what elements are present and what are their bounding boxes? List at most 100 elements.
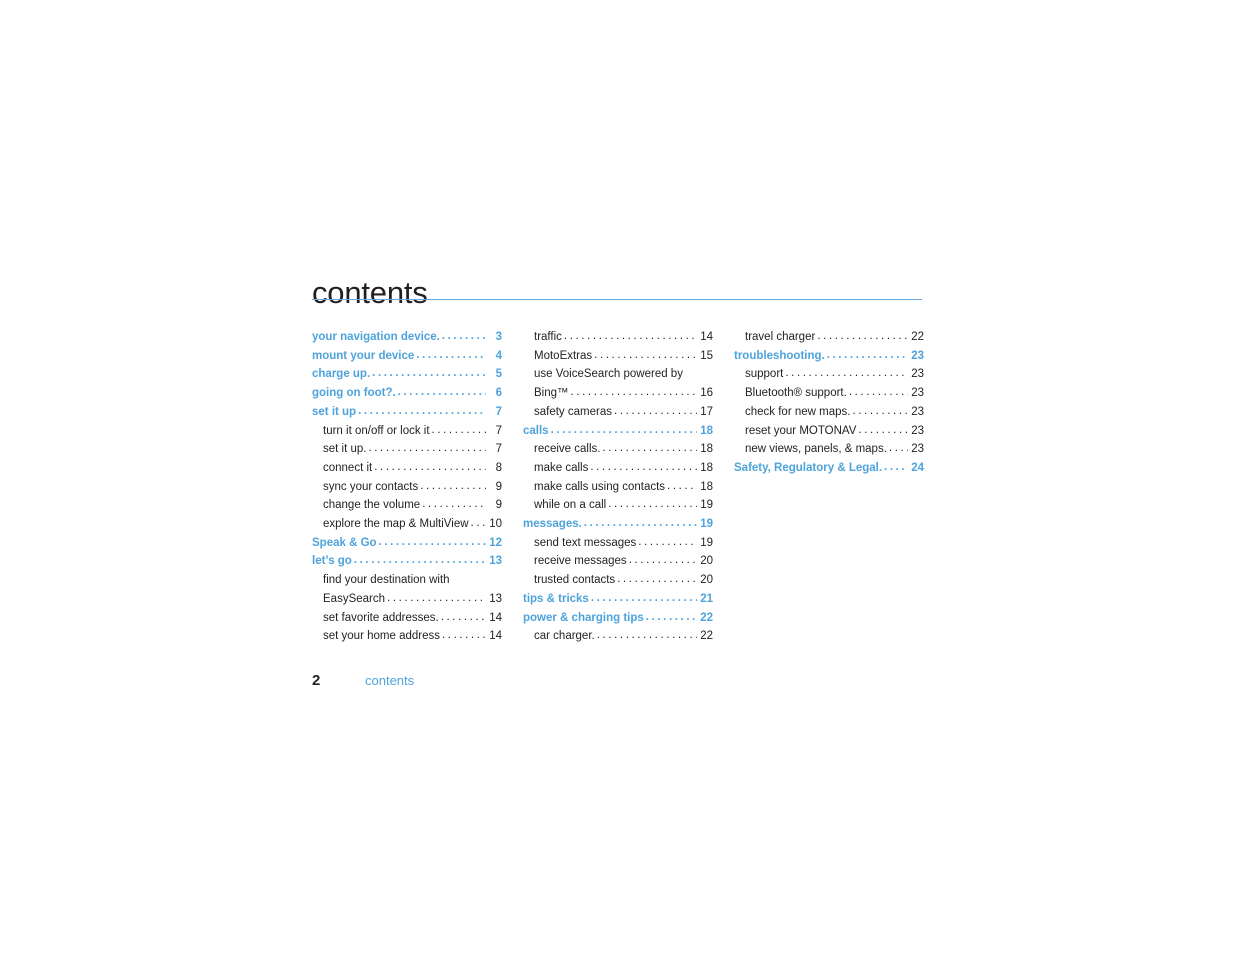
toc-leader-dots: ........................................… (608, 498, 697, 511)
toc-entry[interactable]: EasySearch..............................… (312, 590, 502, 609)
toc-entry-page: 10 (489, 518, 502, 531)
toc-entry-page: 19 (700, 499, 713, 512)
toc-entry-page: 7 (495, 443, 502, 456)
toc-entry[interactable]: messages................................… (523, 515, 713, 534)
toc-entry[interactable]: traffic.................................… (523, 328, 713, 347)
toc-entry-page: 22 (911, 331, 924, 343)
toc-entry[interactable]: make calls..............................… (523, 459, 713, 478)
toc-entry[interactable]: safety cameras..........................… (523, 403, 713, 422)
toc-leader-dots: ........................................… (358, 404, 486, 417)
toc-entry[interactable]: travel charger..........................… (734, 328, 924, 347)
toc-entry[interactable]: receive messages........................… (523, 552, 713, 571)
toc-leader-dots: ........................................… (416, 348, 486, 361)
toc-entry[interactable]: tips & tricks...........................… (523, 590, 713, 609)
toc-entry-label: new views, panels, & maps. (745, 443, 887, 456)
toc-entry-page: 15 (700, 349, 713, 362)
toc-entry-label: send text messages (534, 536, 637, 549)
toc-entry[interactable]: use VoiceSearch powered by..............… (523, 365, 713, 384)
toc-entry[interactable]: let’s go................................… (312, 552, 502, 571)
toc-entry-label: Bing™ (534, 387, 569, 400)
toc-entry[interactable]: make calls using contacts...............… (523, 478, 713, 497)
toc-entry-page: 23 (911, 424, 924, 437)
toc-entry-page: 20 (700, 574, 713, 587)
toc-entry-label: set it up (312, 405, 357, 418)
toc-leader-dots: ........................................… (628, 554, 697, 567)
toc-entry-label: power & charging tips (523, 611, 644, 624)
toc-leader-dots: ........................................… (397, 386, 486, 399)
toc-entry[interactable]: reset your MOTONAV......................… (734, 422, 924, 441)
toc-leader-dots: ........................................… (431, 423, 486, 436)
toc-entry[interactable]: check for new maps......................… (734, 403, 924, 422)
toc-entry[interactable]: set it up...............................… (312, 440, 502, 459)
toc-entry-page: 9 (495, 499, 502, 512)
toc-entry-label: set it up. (323, 443, 367, 456)
toc-leader-dots: ........................................… (372, 367, 486, 380)
toc-entry-label: car charger. (534, 630, 595, 643)
toc-entry[interactable]: change the volume.......................… (312, 496, 502, 515)
toc-leader-dots: ........................................… (470, 517, 486, 530)
toc-entry-label: make calls using contacts (534, 480, 666, 493)
toc-entry[interactable]: going on foot?..........................… (312, 384, 502, 403)
toc-entry[interactable]: set it up...............................… (312, 403, 502, 422)
toc-entry[interactable]: Speak & Go..............................… (312, 534, 502, 553)
toc-entry[interactable]: send text messages......................… (523, 534, 713, 553)
toc-leader-dots: ........................................… (590, 460, 697, 473)
toc-entry[interactable]: set your home address...................… (312, 627, 502, 646)
toc-entry-page: 14 (700, 331, 713, 343)
toc-entry[interactable]: connect it..............................… (312, 459, 502, 478)
toc-entry[interactable]: while on a call.........................… (523, 496, 713, 515)
toc-entry[interactable]: turn it on/off or lock it...............… (312, 422, 502, 441)
toc-entry[interactable]: explore the map & MultiView.............… (312, 515, 502, 534)
toc-entry-label: going on foot?. (312, 387, 396, 400)
folio-number: 2 (312, 672, 321, 689)
toc-entry-page: 21 (700, 592, 713, 605)
toc-entry[interactable]: MotoExtras..............................… (523, 347, 713, 366)
toc-leader-dots: ........................................… (583, 517, 697, 530)
toc-entry[interactable]: Safety, Regulatory & Legal..............… (734, 459, 924, 478)
toc-entry[interactable]: Bluetooth® support......................… (734, 384, 924, 403)
toc-entry[interactable]: car charger.............................… (523, 627, 713, 646)
toc-leader-dots: ........................................… (848, 386, 908, 399)
toc-entry-page: 23 (911, 349, 924, 362)
toc-entry-page: 22 (700, 630, 713, 643)
toc-entry-page: 7 (495, 424, 502, 437)
toc-entry-page: 14 (489, 611, 502, 624)
toc-entry-label: Safety, Regulatory & Legal. (734, 461, 883, 474)
toc-leader-dots: ........................................… (826, 348, 908, 361)
toc-entry[interactable]: troubleshooting.........................… (734, 347, 924, 366)
toc-entry[interactable]: set favorite addresses..................… (312, 609, 502, 628)
toc-entry[interactable]: mount your device.......................… (312, 347, 502, 366)
toc-entry-label: turn it on/off or lock it (323, 424, 430, 437)
toc-leader-dots: ........................................… (594, 348, 697, 361)
toc-entry-page: 14 (489, 630, 502, 643)
toc-leader-dots: ........................................… (590, 591, 697, 604)
toc-entry-label: use VoiceSearch powered by (534, 368, 683, 381)
toc-entry[interactable]: support.................................… (734, 365, 924, 384)
title-divider (312, 299, 922, 300)
toc-entry[interactable]: trusted contacts........................… (523, 571, 713, 590)
toc-leader-dots: ........................................… (613, 404, 697, 417)
toc-entry-label: messages. (523, 518, 582, 531)
toc-entry-label: travel charger (745, 331, 816, 343)
toc-entry-label: EasySearch (323, 592, 386, 605)
toc-entry-page: 3 (495, 331, 502, 343)
toc-entry-page: 12 (489, 536, 502, 549)
toc-entry-label: traffic (534, 331, 562, 343)
toc-entry-page: 19 (700, 536, 713, 549)
toc-entry-page: 13 (489, 555, 502, 568)
toc-leader-dots: ........................................… (420, 479, 486, 492)
toc-entry[interactable]: new views, panels, & maps...............… (734, 440, 924, 459)
toc-leader-dots: ........................................… (368, 442, 486, 455)
toc-entry-page: 20 (700, 555, 713, 568)
toc-entry[interactable]: Bing™...................................… (523, 384, 713, 403)
toc-entry[interactable]: your navigation device..................… (312, 328, 502, 347)
toc-entry[interactable]: charge up...............................… (312, 365, 502, 384)
toc-entry[interactable]: calls...................................… (523, 422, 713, 441)
toc-entry[interactable]: sync your contacts......................… (312, 478, 502, 497)
toc-entry[interactable]: receive calls...........................… (523, 440, 713, 459)
toc-entry-page: 22 (700, 611, 713, 624)
toc-entry-page: 7 (495, 405, 502, 418)
toc-entry[interactable]: find your destination with..............… (312, 571, 502, 590)
toc-entry[interactable]: power & charging tips...................… (523, 609, 713, 628)
toc-leader-dots: ........................................… (858, 423, 908, 436)
